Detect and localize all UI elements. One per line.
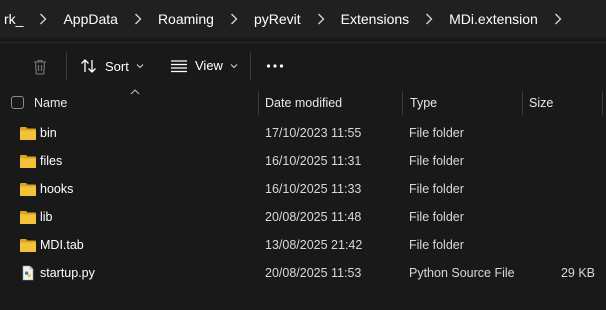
sort-button[interactable]: Sort bbox=[80, 58, 144, 74]
chevron-down-icon bbox=[230, 63, 238, 68]
file-date: 16/10/2025 11:31 bbox=[265, 154, 362, 168]
command-bar: Sort View bbox=[0, 43, 606, 89]
file-row[interactable]: startup.py 20/08/2025 11:53 Python Sourc… bbox=[0, 259, 606, 287]
sort-label: Sort bbox=[105, 58, 129, 74]
file-type: File folder bbox=[409, 238, 464, 252]
file-size: 29 KB bbox=[560, 266, 595, 280]
chevron-right-icon[interactable] bbox=[412, 13, 446, 25]
view-list-icon bbox=[171, 59, 187, 72]
toolbar-separator bbox=[66, 52, 67, 80]
file-name: lib bbox=[40, 210, 53, 224]
breadcrumb-item-rk[interactable]: rk_ bbox=[1, 11, 26, 27]
column-resize-handle[interactable] bbox=[602, 91, 603, 115]
breadcrumb-item-mdi-extension[interactable]: MDi.extension bbox=[446, 11, 541, 27]
breadcrumb-item-pyrevit[interactable]: pyRevit bbox=[251, 11, 304, 27]
chevron-right-icon[interactable] bbox=[217, 13, 251, 25]
sort-ascending-icon bbox=[130, 89, 140, 95]
more-icon bbox=[266, 64, 284, 68]
file-name: startup.py bbox=[40, 266, 95, 280]
column-header-date[interactable]: Date modified bbox=[265, 89, 342, 117]
file-row[interactable]: bin 17/10/2023 11:55 File folder bbox=[0, 119, 606, 147]
column-header-name[interactable]: Name bbox=[34, 89, 67, 117]
file-size bbox=[523, 231, 595, 259]
trash-icon bbox=[34, 59, 46, 75]
more-options-button[interactable] bbox=[265, 59, 285, 73]
chevron-right-icon[interactable] bbox=[304, 13, 338, 25]
view-button[interactable]: View bbox=[170, 58, 238, 73]
file-date: 20/08/2025 11:48 bbox=[265, 210, 362, 224]
file-name: files bbox=[40, 154, 63, 168]
file-name: bin bbox=[40, 126, 57, 140]
column-header-type[interactable]: Type bbox=[410, 89, 437, 117]
column-header-size[interactable]: Size bbox=[529, 89, 553, 117]
folder-icon bbox=[20, 127, 36, 140]
column-resize-handle[interactable] bbox=[402, 91, 403, 115]
file-row[interactable]: files 16/10/2025 11:31 File folder bbox=[0, 147, 606, 175]
file-row[interactable]: MDI.tab 13/08/2025 21:42 File folder bbox=[0, 231, 606, 259]
file-name: MDI.tab bbox=[40, 238, 84, 252]
delete-button[interactable] bbox=[30, 57, 50, 77]
file-size bbox=[523, 119, 595, 147]
column-resize-handle[interactable] bbox=[258, 91, 259, 115]
breadcrumb: rk_ AppData Roaming pyRevit Extensions M… bbox=[0, 0, 606, 38]
sort-arrows-icon bbox=[81, 59, 96, 73]
column-header: Name Date modified Type Size bbox=[0, 89, 606, 117]
file-date: 13/08/2025 21:42 bbox=[265, 238, 363, 252]
file-type: Python Source File bbox=[409, 266, 515, 280]
chevron-right-icon[interactable] bbox=[26, 13, 60, 25]
folder-icon bbox=[20, 155, 36, 168]
breadcrumb-item-roaming[interactable]: Roaming bbox=[155, 11, 217, 27]
folder-icon bbox=[20, 183, 36, 196]
file-row[interactable]: hooks 16/10/2025 11:33 File folder bbox=[0, 175, 606, 203]
file-size bbox=[523, 203, 595, 231]
file-size bbox=[523, 175, 595, 203]
file-size bbox=[523, 147, 595, 175]
file-list: bin 17/10/2023 11:55 File folder files 1… bbox=[0, 119, 606, 287]
file-type: File folder bbox=[409, 154, 464, 168]
breadcrumb-item-extensions[interactable]: Extensions bbox=[338, 11, 412, 27]
file-type: File folder bbox=[409, 210, 464, 224]
file-date: 17/10/2023 11:55 bbox=[265, 126, 362, 140]
chevron-right-icon[interactable] bbox=[541, 13, 575, 25]
folder-icon bbox=[20, 239, 36, 252]
python-file-icon bbox=[22, 265, 34, 281]
file-date: 20/08/2025 11:53 bbox=[265, 266, 362, 280]
chevron-down-icon bbox=[136, 64, 144, 69]
chevron-right-icon[interactable] bbox=[121, 13, 155, 25]
file-date: 16/10/2025 11:33 bbox=[265, 182, 362, 196]
file-type: File folder bbox=[409, 126, 464, 140]
file-row[interactable]: lib 20/08/2025 11:48 File folder bbox=[0, 203, 606, 231]
column-resize-handle[interactable] bbox=[522, 91, 523, 115]
view-label: View bbox=[195, 58, 223, 73]
file-name: hooks bbox=[40, 182, 74, 196]
folder-icon bbox=[20, 211, 36, 224]
file-type: File folder bbox=[409, 182, 464, 196]
breadcrumb-item-appdata[interactable]: AppData bbox=[60, 11, 120, 27]
select-all-checkbox[interactable] bbox=[11, 96, 24, 109]
toolbar-separator bbox=[250, 52, 251, 80]
